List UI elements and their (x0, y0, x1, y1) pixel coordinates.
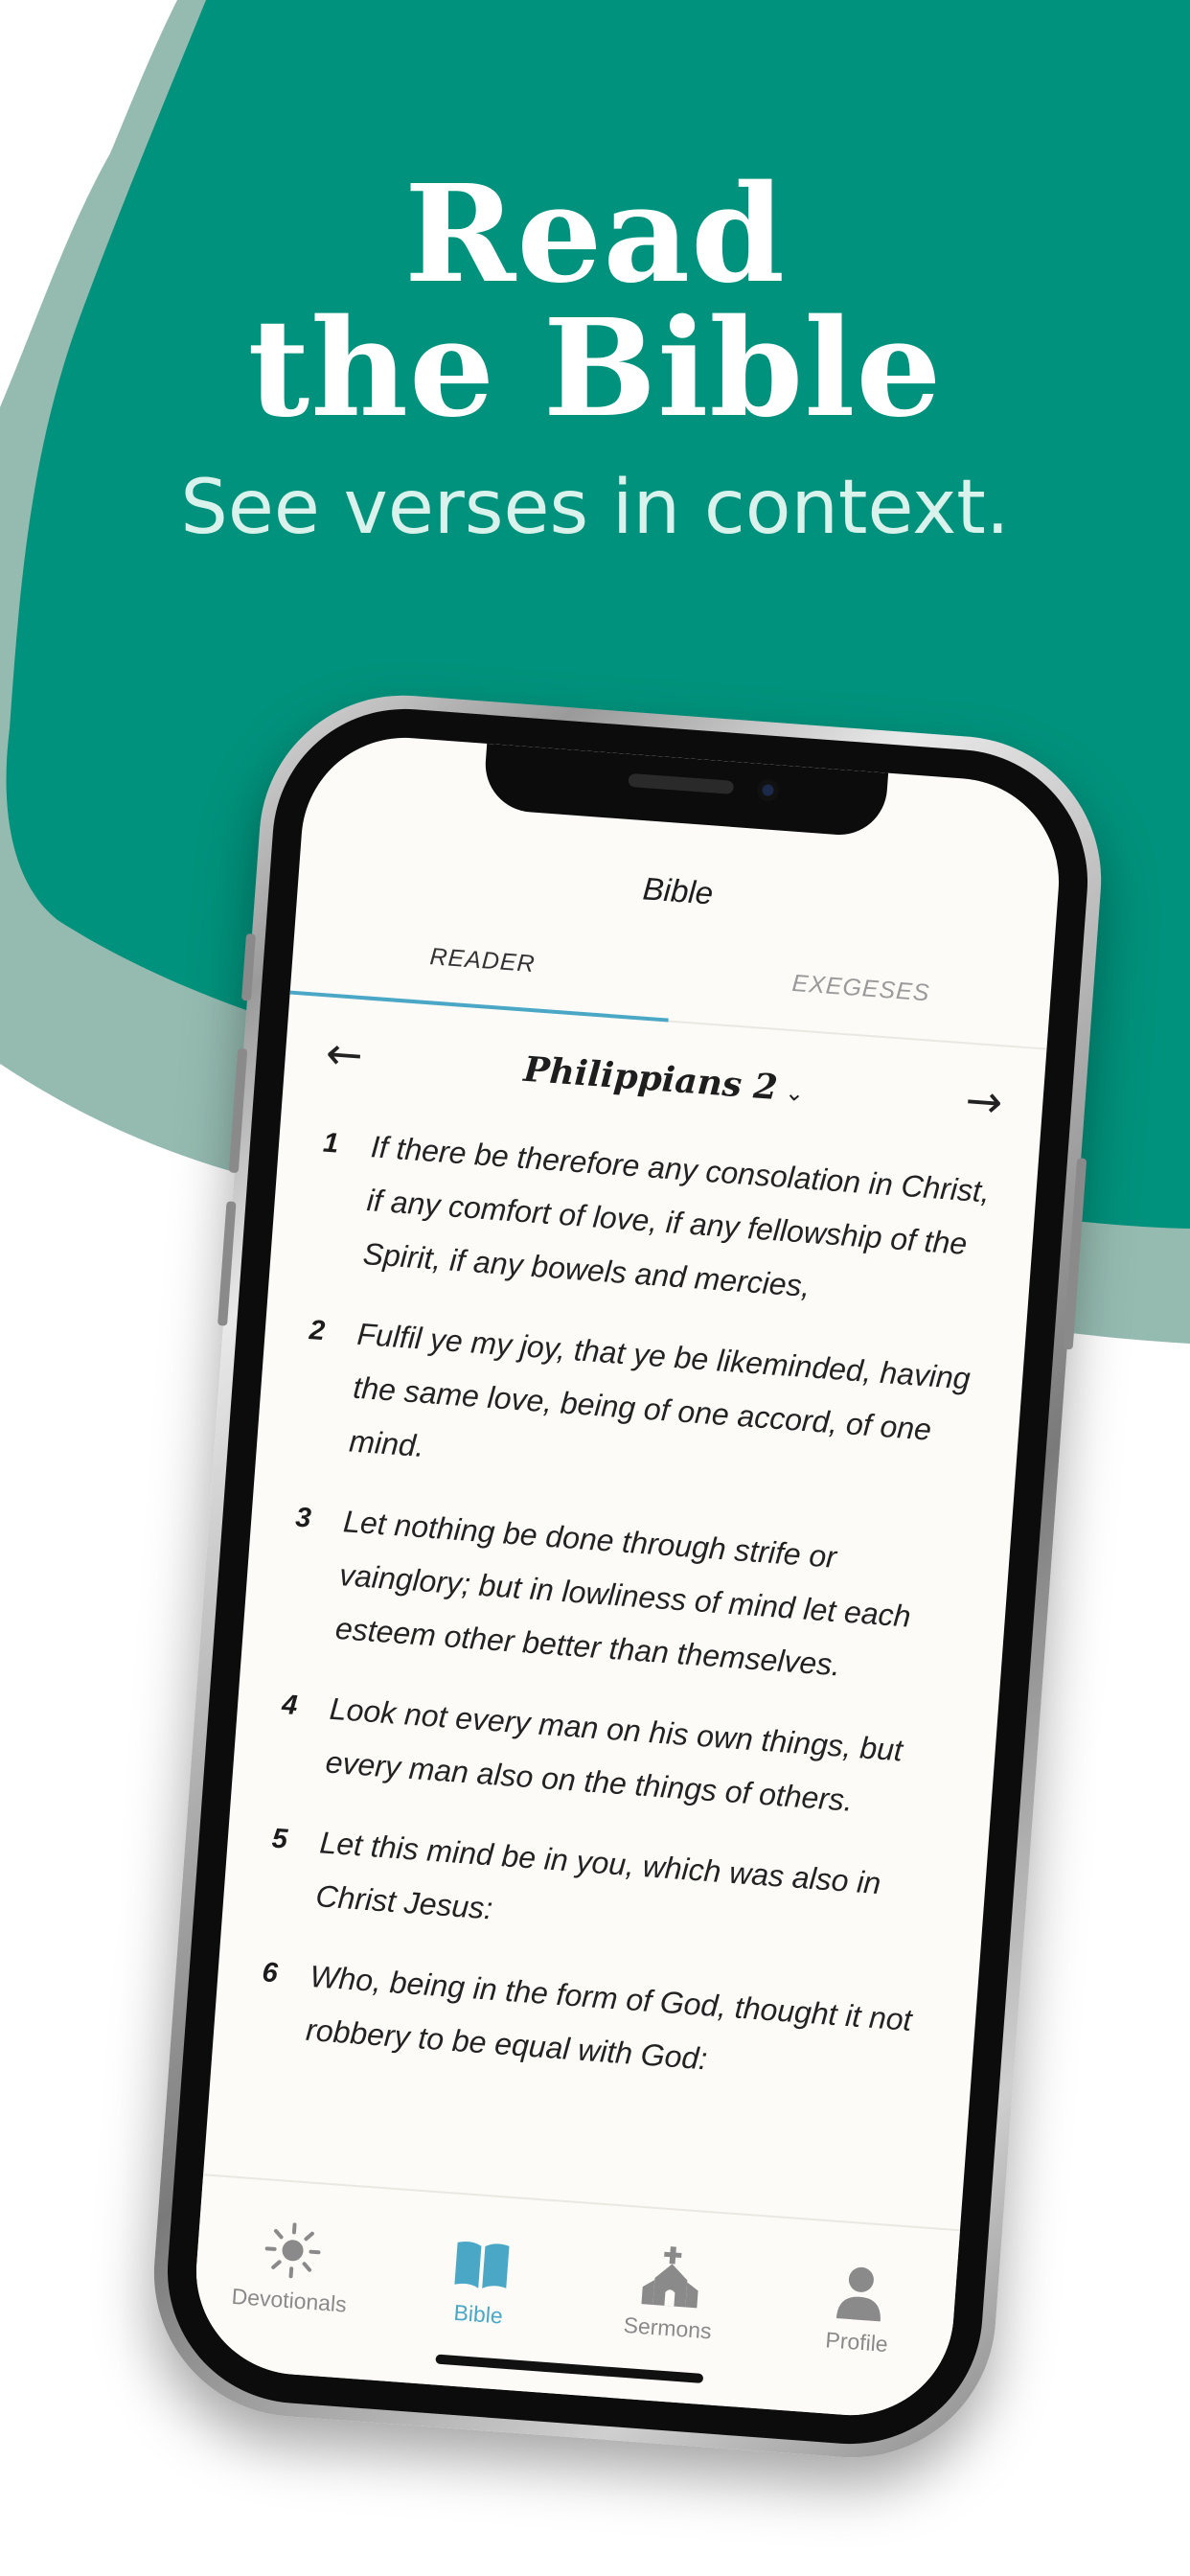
camera-icon (756, 778, 780, 802)
verse-item[interactable]: 1 If there be therefore any consolation … (309, 1116, 992, 1325)
home-indicator (435, 2354, 704, 2384)
hero-title-line1: Read (403, 156, 787, 313)
verse-number: 4 (281, 1689, 299, 1722)
verse-item[interactable]: 4 Look not every man on his own things, … (272, 1678, 950, 1834)
verse-text: Look not every man on his own things, bu… (324, 1690, 904, 1818)
tab-reader[interactable]: READER (292, 933, 673, 989)
verse-item[interactable]: 6 Who, being in the form of God, thought… (253, 1945, 931, 2102)
verse-number: 5 (270, 1823, 289, 1855)
person-icon (835, 2266, 881, 2322)
verse-list: 1 If there be therefore any consolation … (251, 1116, 993, 2128)
tab-profile-label: Profile (824, 2327, 889, 2358)
tab-devotionals[interactable]: Devotionals (194, 2210, 390, 2320)
verse-text: Who, being in the form of God, thought i… (305, 1958, 913, 2077)
verse-text: Fulfil ye my joy, that ye be likeminded,… (348, 1316, 972, 1464)
verse-item[interactable]: 5 Let this mind be in you, which was als… (263, 1811, 941, 1967)
verse-text: If there be therefore any consolation in… (361, 1129, 992, 1304)
tab-bible-label: Bible (452, 2299, 504, 2329)
tab-exegeses[interactable]: EXEGESES (671, 961, 1051, 1017)
phone-mockup: Bible READER EXEGESES ← Philippians 2 ⌄ →… (144, 685, 1111, 2468)
sun-icon (264, 2222, 321, 2279)
hero-title-line2: the Bible (247, 290, 943, 448)
verse-text: Let nothing be done through strife or va… (333, 1504, 912, 1683)
tab-profile[interactable]: Profile (761, 2252, 957, 2362)
app-screen: Bible READER EXEGESES ← Philippians 2 ⌄ →… (189, 730, 1066, 2423)
verse-item[interactable]: 3 Let nothing be done through strife or … (282, 1490, 964, 1700)
tab-sermons-label: Sermons (622, 2312, 713, 2344)
tab-bible[interactable]: Bible (382, 2224, 579, 2334)
chapter-title: Philippians 2 (522, 1048, 780, 1109)
verse-item[interactable]: 2 Fulfil ye my joy, that ye be likeminde… (296, 1303, 978, 1513)
arrow-right-icon[interactable]: → (964, 1074, 1004, 1129)
chapter-selector[interactable]: Philippians 2 ⌄ (285, 1031, 1044, 1127)
verse-number: 6 (261, 1957, 279, 1990)
verse-text: Let this mind be in you, which was also … (314, 1825, 882, 1926)
hero-title: Read the Bible (0, 168, 1190, 436)
speaker-grille (628, 772, 735, 794)
church-icon (641, 2246, 698, 2309)
tab-bar-top: READER EXEGESES (289, 911, 1053, 1050)
book-icon (454, 2242, 510, 2288)
chevron-down-icon: ⌄ (784, 1078, 806, 1108)
active-tab-indicator (289, 990, 669, 1023)
tab-sermons[interactable]: Sermons (572, 2238, 768, 2348)
hero: Read the Bible See verses in context. (0, 168, 1190, 551)
hero-subtitle: See verses in context. (180, 465, 1010, 551)
tab-devotionals-label: Devotionals (230, 2283, 348, 2317)
